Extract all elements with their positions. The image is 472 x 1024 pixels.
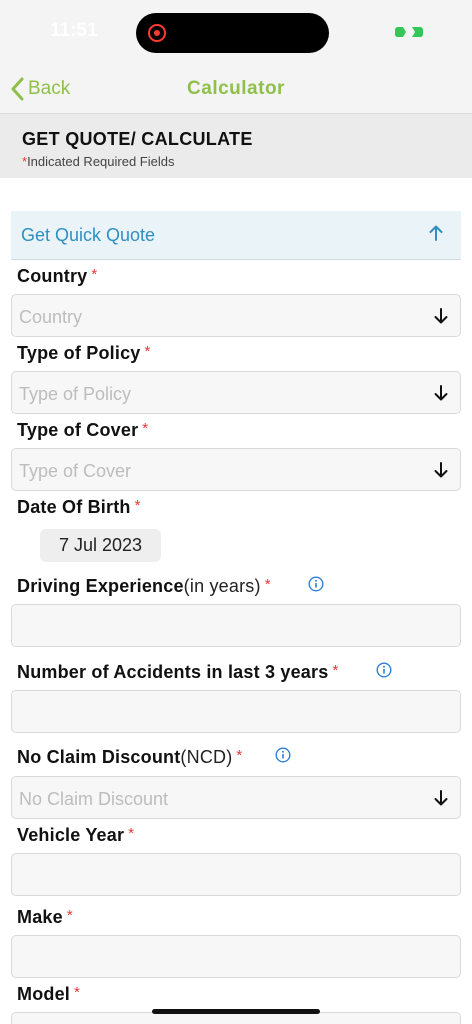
ncd-placeholder: No Claim Discount <box>19 789 169 809</box>
make-label-text: Make <box>17 907 63 927</box>
country-label: Country * <box>17 266 97 287</box>
battery-icon <box>395 27 423 37</box>
quote-header: GET QUOTE/ CALCULATE *Indicated Required… <box>0 114 472 178</box>
page-title: Calculator <box>187 78 285 99</box>
policy-type-select[interactable]: Type of Policy <box>11 371 461 414</box>
vehicle-year-label-text: Vehicle Year <box>17 825 125 845</box>
driving-experience-unit: (in years) <box>183 576 261 596</box>
ncd-abbreviation: (NCD) <box>180 747 233 767</box>
quick-quote-accordion[interactable]: Get Quick Quote <box>11 211 461 260</box>
info-icon[interactable] <box>376 662 392 678</box>
required-note-text: Indicated Required Fields <box>27 154 175 169</box>
required-star: * <box>91 266 98 283</box>
recording-indicator-icon <box>148 24 166 42</box>
country-label-text: Country <box>17 266 88 286</box>
required-note: *Indicated Required Fields <box>22 154 174 169</box>
required-star: * <box>332 662 339 679</box>
country-select[interactable]: Country <box>11 294 461 337</box>
cover-type-label-text: Type of Cover <box>17 420 139 440</box>
driving-experience-label-text: Driving Experience <box>17 576 184 596</box>
dynamic-island <box>136 13 329 53</box>
required-star: * <box>144 343 151 360</box>
accordion-label: Get Quick Quote <box>21 225 156 245</box>
dob-label-text: Date Of Birth <box>17 497 131 517</box>
arrow-down-icon <box>434 385 448 401</box>
arrow-down-icon <box>434 308 448 324</box>
required-star: * <box>142 420 149 437</box>
dob-label: Date Of Birth * <box>17 497 141 518</box>
status-bar: 11:51 <box>0 0 472 64</box>
model-label-text: Model <box>17 984 70 1004</box>
navigation-bar: Back Calculator <box>0 64 472 114</box>
driving-experience-label: Driving Experience(in years) * <box>17 576 271 597</box>
make-label: Make * <box>17 907 73 928</box>
accidents-label-text: Number of Accidents in last 3 years <box>17 662 329 682</box>
accidents-label: Number of Accidents in last 3 years * <box>17 662 338 683</box>
dob-date-picker[interactable]: 7 Jul 2023 <box>40 529 161 562</box>
arrow-up-icon <box>429 225 443 241</box>
status-time: 11:51 <box>50 20 98 41</box>
ncd-select[interactable]: No Claim Discount <box>11 776 461 819</box>
vehicle-year-input[interactable] <box>11 853 461 896</box>
required-star: * <box>236 747 243 764</box>
info-icon[interactable] <box>275 747 291 763</box>
cover-type-placeholder: Type of Cover <box>19 461 132 481</box>
policy-type-placeholder: Type of Policy <box>19 384 132 404</box>
policy-type-label-text: Type of Policy <box>17 343 141 363</box>
required-star: * <box>264 576 271 593</box>
cover-type-label: Type of Cover * <box>17 420 148 441</box>
required-star: * <box>66 907 73 924</box>
info-icon[interactable] <box>308 576 324 592</box>
make-input[interactable] <box>11 935 461 978</box>
model-label: Model * <box>17 984 80 1005</box>
required-star: * <box>134 497 141 514</box>
arrow-down-icon <box>434 790 448 806</box>
country-placeholder: Country <box>19 307 83 327</box>
policy-type-label: Type of Policy * <box>17 343 151 364</box>
cover-type-select[interactable]: Type of Cover <box>11 448 461 491</box>
required-star: * <box>128 825 135 842</box>
home-indicator[interactable] <box>152 1009 320 1014</box>
ncd-label: No Claim Discount(NCD) * <box>17 747 242 768</box>
accidents-input[interactable] <box>11 690 461 733</box>
screen: 11:51 Back Calculator GET QUOTE/ CALCULA… <box>0 0 472 1024</box>
required-star: * <box>74 984 81 1001</box>
vehicle-year-label: Vehicle Year * <box>17 825 134 846</box>
ncd-label-text: No Claim Discount <box>17 747 181 767</box>
arrow-down-icon <box>434 462 448 478</box>
section-title: GET QUOTE/ CALCULATE <box>22 129 253 149</box>
driving-experience-input[interactable] <box>11 604 461 647</box>
